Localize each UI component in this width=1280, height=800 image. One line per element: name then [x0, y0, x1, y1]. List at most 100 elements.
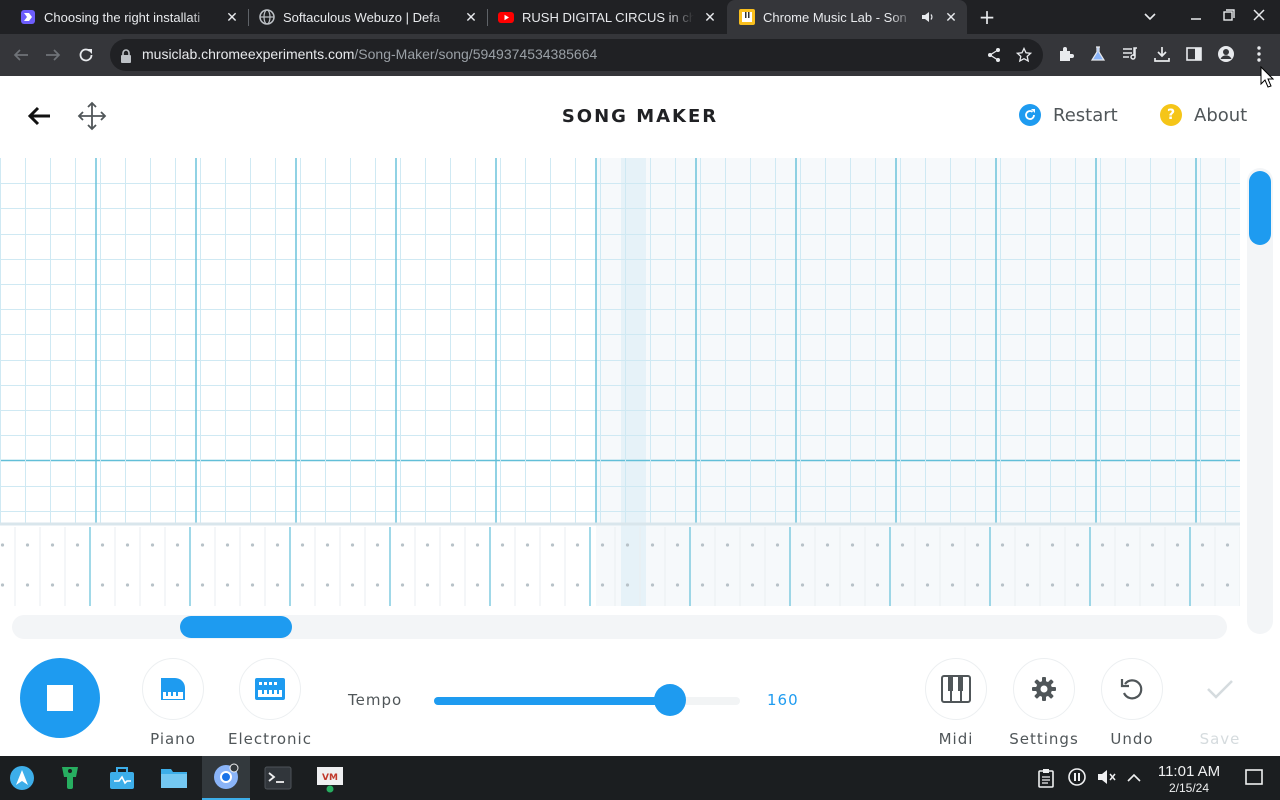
restore-window-icon[interactable]	[1218, 6, 1240, 28]
tray-expand-chevron-up-icon[interactable]	[1126, 768, 1146, 788]
close-tab-icon[interactable]: ✕	[463, 9, 479, 25]
tab-choosing-installation[interactable]: Choosing the right installati ✕	[0, 0, 248, 34]
media-pause-icon[interactable]	[1068, 768, 1088, 788]
address-bar[interactable]: musiclab.chromeexperiments.com/Song-Make…	[110, 39, 1043, 71]
tab-softaculous-webuzo[interactable]: Softaculous Webuzo | Defa ✕	[239, 0, 487, 34]
rhythm-dot	[725, 543, 730, 547]
show-desktop-icon[interactable]	[1245, 768, 1265, 788]
media-controls-icon[interactable]	[1121, 45, 1141, 65]
kebab-menu-icon[interactable]	[1250, 45, 1270, 65]
virtual-machine-manager-icon[interactable]: VM	[314, 762, 346, 794]
rhythm-dot	[1200, 583, 1205, 587]
tab-title: Choosing the right installati	[44, 9, 201, 25]
rhythm-dot	[625, 583, 630, 587]
rhythm-dot	[950, 543, 955, 547]
rhythm-dot	[1000, 583, 1005, 587]
profile-avatar-icon[interactable]	[1217, 45, 1237, 65]
rhythm-dot	[800, 583, 805, 587]
clock-date[interactable]: 2/15/24	[1150, 781, 1228, 795]
tab-search-chevron-down-icon[interactable]	[1139, 6, 1161, 28]
rhythm-dot	[1200, 543, 1205, 547]
chrome-taskbar-icon[interactable]	[202, 756, 250, 800]
rhythm-dot	[1025, 583, 1030, 587]
rhythm-dot	[225, 583, 230, 587]
new-tab-button[interactable]: +	[976, 6, 998, 28]
bookmark-star-icon[interactable]	[1015, 45, 1036, 65]
undo-button[interactable]: Undo	[1084, 658, 1180, 748]
rhythm-dot	[525, 543, 530, 547]
back-arrow-icon[interactable]	[8, 42, 34, 68]
about-label: About	[1194, 104, 1248, 126]
labs-flask-icon[interactable]	[1089, 45, 1109, 65]
rhythm-dot	[400, 583, 405, 587]
rhythm-dot	[375, 583, 380, 587]
rhythm-dot	[1025, 543, 1030, 547]
side-panel-icon[interactable]	[1185, 45, 1205, 65]
melody-grid[interactable]	[0, 158, 1241, 606]
rhythm-dot	[1100, 583, 1105, 587]
rhythm-dot	[450, 583, 455, 587]
url-host: musiclab.chromeexperiments.com	[142, 46, 355, 62]
task-manager-icon[interactable]	[106, 762, 138, 794]
midi-button[interactable]: Midi	[908, 658, 1004, 748]
gear-icon	[1013, 658, 1075, 720]
electronic-keyboard-icon	[239, 658, 301, 720]
close-window-icon[interactable]	[1248, 6, 1270, 28]
svg-text:VM: VM	[322, 773, 338, 783]
terminal-icon[interactable]	[262, 762, 294, 794]
close-tab-icon[interactable]: ✕	[943, 9, 959, 25]
undo-icon	[1101, 658, 1163, 720]
rhythm-dot	[375, 543, 380, 547]
minimize-window-icon[interactable]	[1185, 6, 1207, 28]
playhead-column	[621, 158, 646, 606]
rhythm-dot	[425, 543, 430, 547]
close-tab-icon[interactable]: ✕	[702, 9, 718, 25]
rhythm-dot	[875, 543, 880, 547]
rhythm-dot	[25, 543, 30, 547]
rhythm-dot	[1125, 583, 1130, 587]
rhythm-dot	[300, 543, 305, 547]
settings-button[interactable]: Settings	[996, 658, 1092, 748]
lock-icon[interactable]	[120, 48, 132, 67]
file-manager-icon[interactable]	[158, 762, 190, 794]
piano-instrument-button[interactable]: Piano	[125, 658, 221, 748]
extensions-puzzle-icon[interactable]	[1057, 45, 1077, 65]
mouse-pointer-icon	[1260, 65, 1275, 92]
app-launcher-icon[interactable]	[6, 762, 38, 794]
vertical-scroll-thumb[interactable]	[1249, 171, 1271, 245]
clipboard-icon[interactable]	[1037, 768, 1057, 788]
rhythm-dot	[125, 543, 130, 547]
close-tab-icon[interactable]: ✕	[224, 9, 240, 25]
rhythm-dot	[75, 543, 80, 547]
rhythm-dot	[700, 543, 705, 547]
rhythm-dot	[1225, 583, 1230, 587]
volume-icon[interactable]	[1097, 768, 1117, 788]
share-icon[interactable]	[986, 45, 1006, 65]
stop-button[interactable]	[20, 658, 100, 738]
rhythm-dot	[575, 543, 580, 547]
download-icon[interactable]	[1153, 45, 1173, 65]
rhythm-dot	[850, 583, 855, 587]
rhythm-dot	[725, 583, 730, 587]
tempo-slider[interactable]	[434, 697, 740, 705]
tab-rush-digital-circus[interactable]: RUSH DIGITAL CIRCUS in ch ✕	[478, 0, 726, 34]
note-grid-canvas[interactable]	[0, 158, 1241, 606]
tempo-slider-handle[interactable]	[653, 684, 686, 716]
tempo-slider-fill	[434, 697, 670, 705]
horizontal-scroll-thumb[interactable]	[180, 616, 292, 638]
save-button[interactable]: Save	[1172, 658, 1268, 748]
url-text: musiclab.chromeexperiments.com/Song-Make…	[142, 46, 597, 62]
rhythm-dot	[1050, 583, 1055, 587]
restart-button[interactable]: Restart	[1019, 104, 1118, 126]
clock-time[interactable]: 11:01 AM	[1150, 763, 1228, 780]
piano-label: Piano	[150, 730, 196, 748]
controls-bar: Piano Electronic Tempo 160 Midi Settings	[0, 638, 1280, 756]
about-button[interactable]: ? About	[1160, 104, 1247, 126]
electronic-instrument-button[interactable]: Electronic	[222, 658, 318, 748]
discover-store-icon[interactable]	[54, 762, 86, 794]
speaker-playing-icon[interactable]	[921, 10, 935, 27]
tab-chrome-music-lab[interactable]: Chrome Music Lab - Son ✕	[727, 0, 967, 34]
reload-icon[interactable]	[73, 42, 99, 68]
rhythm-dot	[675, 543, 680, 547]
forward-arrow-icon[interactable]	[40, 42, 66, 68]
